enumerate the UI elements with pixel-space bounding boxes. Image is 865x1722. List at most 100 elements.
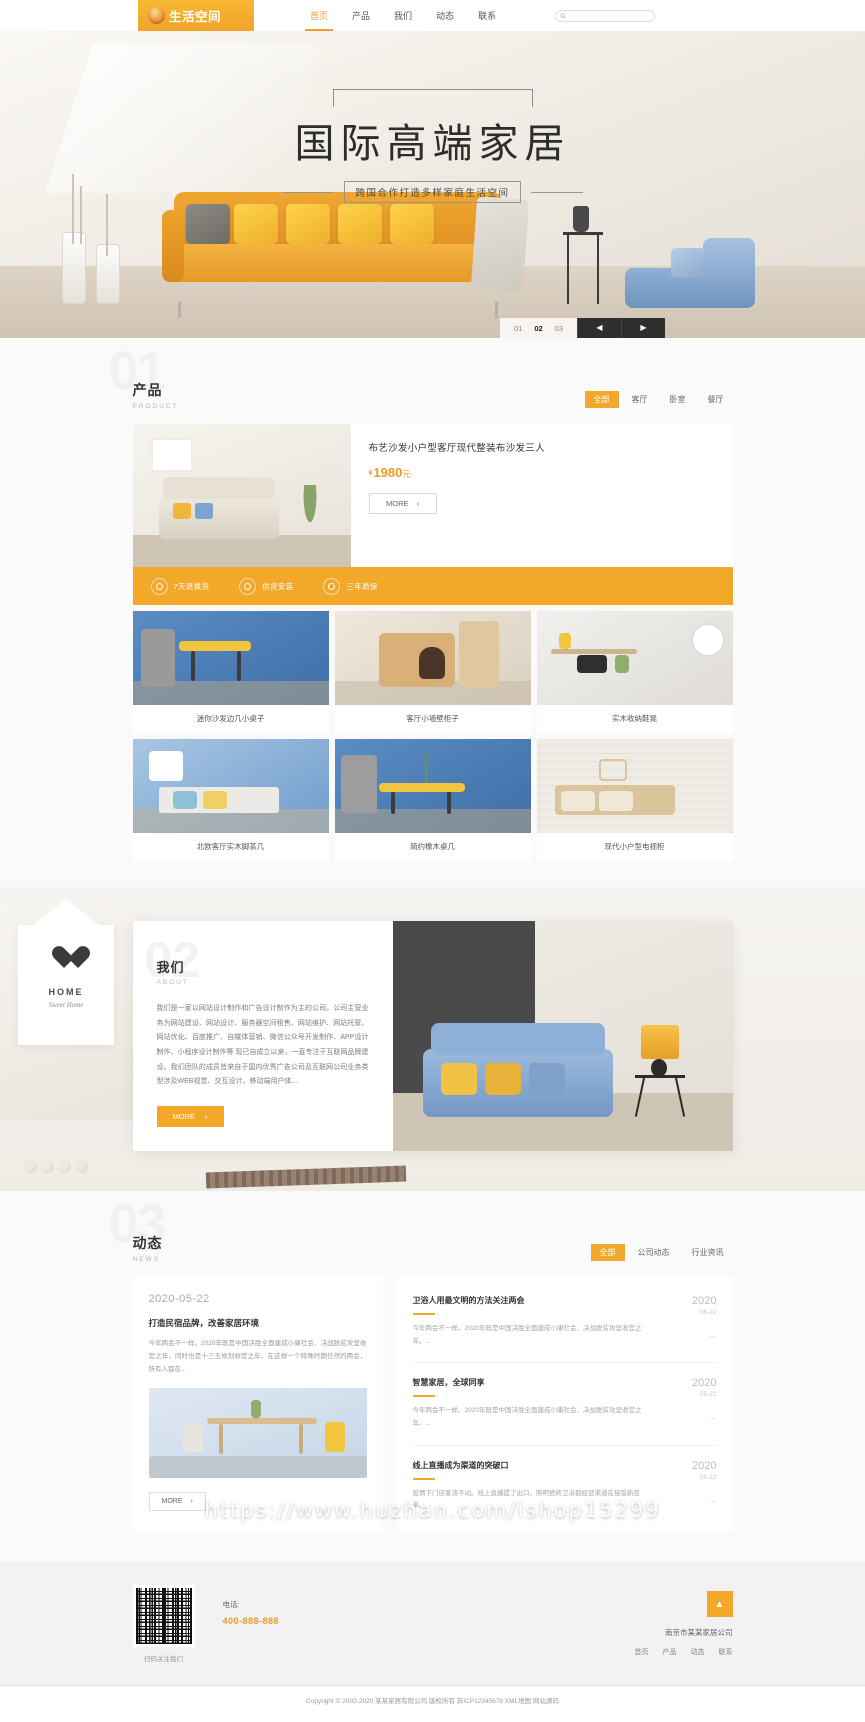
product-caption: 北欧客厅实木脚茶几 (196, 842, 265, 851)
warranty-icon (323, 577, 341, 595)
search-box[interactable] (555, 9, 655, 22)
company-name: 南京市某某家居公司 (665, 1628, 733, 1638)
featured-news-card[interactable]: 2020-05-22 打造民宿品牌，改善家居环境 今年两会不一样。2020年既是… (132, 1277, 383, 1532)
featured-product-title: 布艺沙发小户型客厅现代整装布沙发三人 (368, 443, 545, 454)
news-item-year: 2020 (692, 1295, 717, 1308)
nav-item-about[interactable]: 我们 (392, 0, 414, 31)
news-list-item[interactable]: 智慧家居，全球同享 今年两会不一样。2020年既是中国决胜全面建成小康社会、决战… (412, 1363, 717, 1446)
guarantee-item-warranty: 三年质保 (323, 577, 377, 595)
footer-nav-products[interactable]: 产品 (663, 1647, 677, 1657)
decor-sweet-text: Sweet Home (48, 1001, 84, 1009)
news-item-rule (412, 1395, 435, 1398)
news-list-item[interactable]: 线上直播成为渠道的突破口 疫情下门店客流不动。线上直播提了出口。照明瓷砖卫浴都经… (412, 1446, 717, 1527)
product-tab-living[interactable]: 客厅 (623, 391, 657, 408)
news-tab-company[interactable]: 公司动态 (629, 1244, 679, 1261)
carousel-dot-2[interactable]: 02 (534, 324, 542, 333)
hero-sofa (162, 192, 530, 318)
hero-chaise (625, 236, 755, 308)
product-image (132, 611, 329, 705)
chevron-right-icon: ▶ (640, 323, 647, 332)
news-tab-industry[interactable]: 行业资讯 (683, 1244, 733, 1261)
carousel-next-button[interactable]: ▶ (621, 318, 665, 338)
news-tab-all[interactable]: 全部 (590, 1244, 625, 1262)
logo-sun-icon (148, 7, 165, 24)
tel-label: 电话: (222, 1600, 240, 1610)
qr-caption: 扫码关注我们 (144, 1656, 183, 1664)
guarantee-label: 供货安装 (262, 581, 294, 591)
news-item-rule (412, 1477, 435, 1480)
product-section: 01 产品 PRODUCT 全部 客厅 卧室 餐厅 布艺沙发小户型客厅现代整装布… (0, 338, 865, 887)
price-value: 1980 (373, 465, 403, 480)
product-card[interactable]: 简约橡木桌几 (334, 739, 531, 861)
carousel-controls: 01 02 03 ◀ ▶ (499, 318, 665, 338)
featured-product-card[interactable]: 布艺沙发小户型客厅现代整装布沙发三人 ¥1980元 MORE › (132, 424, 733, 567)
heart-icon (52, 947, 78, 971)
nav-item-products[interactable]: 产品 (350, 0, 372, 31)
price-unit: 元 (402, 469, 411, 479)
tel-number: 400-888-888 (222, 1616, 280, 1627)
product-card[interactable]: 现代小户型电视柜 (536, 739, 733, 861)
carousel-prev-button[interactable]: ◀ (577, 318, 621, 338)
featured-news-desc: 今年两会不一样。2020年既是中国决胜全面建成小康社会、决战脱贫攻坚收官之年，同… (148, 1340, 367, 1374)
product-image (536, 611, 733, 705)
logo-text: 生活空间 (169, 10, 222, 24)
footer-nav-news[interactable]: 动态 (691, 1647, 705, 1657)
about-more-button[interactable]: MORE › (156, 1106, 224, 1128)
footer-nav: 首页 产品 动态 联系 (635, 1647, 733, 1657)
product-caption: 实木收纳鞋凳 (612, 714, 657, 723)
product-tabs: 全部 客厅 卧室 餐厅 (584, 391, 733, 408)
news-item-monthday: 05-22 (699, 1473, 717, 1481)
page-root: 生活空间 首页 产品 我们 动态 联系 国际高端家居 跨国合作打造多样家庭生活空… (0, 0, 865, 1718)
carousel-dot-1[interactable]: 01 (514, 324, 522, 333)
chevron-right-icon: › (190, 1498, 193, 1506)
more-label: MORE (386, 499, 409, 508)
more-label: MORE (172, 1112, 196, 1122)
news-item-title: 线上直播成为渠道的突破口 (412, 1460, 509, 1470)
featured-news-title: 打造民宿品牌，改善家居环境 (148, 1318, 260, 1329)
nav-item-news[interactable]: 动态 (434, 0, 456, 31)
decor-house: HOME Sweet Home (18, 899, 114, 1045)
hero-vase (573, 206, 589, 232)
hero-copy: 国际高端家居 跨国合作打造多样家庭生活空间 (0, 89, 865, 203)
hero-banner: 国际高端家居 跨国合作打造多样家庭生活空间 01 02 03 ◀ ▶ (0, 31, 865, 338)
site-header: 生活空间 首页 产品 我们 动态 联系 (0, 0, 865, 31)
news-section: 03 动态 NEWS 全部 公司动态 行业资讯 2020-05-22 打造民宿品… (0, 1191, 865, 1562)
featured-news-more-button[interactable]: MORE › (148, 1492, 206, 1512)
news-list: 卫浴人用最文明的方法关注两会 今年两会不一样。2020年既是中国决胜全面建成小康… (396, 1277, 733, 1532)
currency-symbol: ¥ (368, 470, 373, 477)
product-guarantee-bar: 7天退换货 供货安装 三年质保 (132, 567, 733, 605)
footer-nav-home[interactable]: 首页 (635, 1647, 649, 1657)
logo[interactable]: 生活空间 (138, 0, 254, 31)
product-image (334, 739, 531, 833)
product-card[interactable]: 北欧客厅实木脚茶几 (132, 739, 329, 861)
copyright-text: Copyright © 2002-2020 某某家居有限公司 版权所有 苏ICP… (0, 1685, 865, 1718)
news-list-item[interactable]: 卫浴人用最文明的方法关注两会 今年两会不一样。2020年既是中国决胜全面建成小康… (412, 1281, 717, 1364)
about-card: 02 我们 ABOUT 我们是一家以网站设计制作和广告设计制作为主的公司。公司主… (132, 921, 733, 1152)
hero-title: 国际高端家居 (294, 121, 571, 166)
product-card[interactable]: 迷你沙发边几小桌子 (132, 611, 329, 733)
product-card[interactable]: 客厅小墙壁柜子 (334, 611, 531, 733)
decor-balls (24, 1160, 88, 1174)
product-tab-bedroom[interactable]: 卧室 (661, 391, 695, 408)
news-item-desc: 今年两会不一样。2020年既是中国决胜全面建成小康社会、决战脱贫攻坚收官之年。.… (412, 1325, 642, 1345)
product-tab-dining[interactable]: 餐厅 (699, 391, 733, 408)
guarantee-item-return: 7天退换货 (150, 577, 210, 595)
carousel-dot-3[interactable]: 03 (555, 324, 563, 333)
nav-item-home[interactable]: 首页 (304, 0, 334, 31)
search-input[interactable] (569, 12, 650, 19)
product-card[interactable]: 实木收纳鞋凳 (536, 611, 733, 733)
return-icon (150, 577, 168, 595)
featured-more-button[interactable]: MORE › (368, 493, 437, 514)
about-section: HOME Sweet Home 02 我们 ABOUT 我们是一家以网站设计制作… (0, 887, 865, 1192)
about-image (392, 921, 733, 1152)
back-to-top-button[interactable]: ▲ (706, 1591, 733, 1618)
product-section-header: 01 产品 PRODUCT 全部 客厅 卧室 餐厅 (109, 338, 733, 424)
nav-item-contact[interactable]: 联系 (476, 0, 498, 31)
product-image (334, 611, 531, 705)
news-item-desc: 今年两会不一样。2020年既是中国决胜全面建成小康社会、决战脱贫攻坚收官之年。.… (412, 1407, 642, 1428)
product-tab-all[interactable]: 全部 (584, 391, 619, 408)
decor-home-text: HOME (48, 987, 84, 997)
arrow-right-icon: → (707, 1494, 717, 1505)
product-caption: 迷你沙发边几小桌子 (196, 714, 265, 723)
footer-nav-contact[interactable]: 联系 (719, 1647, 733, 1657)
